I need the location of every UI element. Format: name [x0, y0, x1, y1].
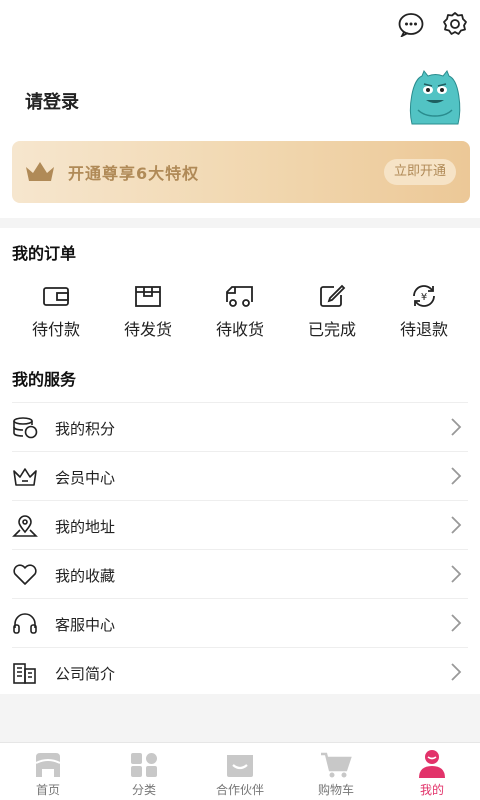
chevron-right-icon: [450, 613, 462, 637]
order-label: 待付款: [31, 320, 80, 339]
heart-icon: [12, 562, 38, 588]
tab-cart[interactable]: 购物车: [288, 743, 384, 800]
service-address[interactable]: 我的地址: [12, 500, 468, 549]
service-label: 我的收藏: [55, 567, 116, 585]
category-grid-icon: [96, 743, 192, 779]
tab-mine[interactable]: 我的: [384, 743, 480, 800]
service-points[interactable]: 我的积分: [12, 402, 468, 451]
order-refund[interactable]: ¥ 待退款: [378, 282, 470, 339]
orders-title: 我的订单: [12, 244, 77, 263]
package-icon: [102, 282, 194, 310]
tab-label: 我的: [419, 783, 444, 797]
more-chat-icon[interactable]: [397, 10, 425, 38]
order-pending-receipt[interactable]: 待收货: [194, 282, 286, 339]
service-company-profile[interactable]: 公司简介: [12, 647, 468, 696]
home-icon: [0, 743, 96, 779]
edit-done-icon: [286, 282, 378, 310]
coins-icon: [12, 415, 38, 441]
wallet-icon: [10, 282, 102, 310]
refund-yen-icon: ¥: [378, 282, 470, 310]
tab-label: 分类: [131, 783, 156, 797]
settings-gear-icon[interactable]: [441, 10, 469, 38]
login-link[interactable]: 请登录: [25, 88, 79, 114]
chevron-right-icon: [450, 417, 462, 441]
chevron-right-icon: [450, 466, 462, 490]
service-membership[interactable]: 会员中心: [12, 451, 468, 500]
service-label: 我的积分: [55, 420, 116, 438]
order-label: 待发货: [123, 320, 172, 339]
delivery-truck-icon: [194, 282, 286, 310]
svg-text:¥: ¥: [421, 292, 427, 303]
building-icon: [12, 660, 38, 686]
vip-activate-button[interactable]: 立即开通: [383, 159, 456, 185]
vip-banner[interactable]: 开通尊享6大特权 立即开通: [12, 141, 470, 203]
crown-icon: [12, 464, 38, 490]
location-pin-icon: [12, 513, 38, 539]
tab-label: 合作伙伴: [215, 783, 264, 797]
service-label: 客服中心: [55, 616, 116, 634]
order-completed[interactable]: 已完成: [286, 282, 378, 339]
service-label: 会员中心: [55, 469, 116, 487]
crown-icon: [24, 159, 56, 189]
vip-banner-text: 开通尊享6大特权: [68, 164, 200, 183]
my-services-section: 我的服务 我的积分 会员中心 我的地址 我的收藏 客服中心 公司简介: [0, 352, 480, 694]
tab-home[interactable]: 首页: [0, 743, 96, 800]
chevron-right-icon: [450, 564, 462, 588]
tab-label: 购物车: [317, 783, 354, 797]
headset-icon: [12, 611, 38, 637]
top-bar: [0, 0, 480, 48]
order-pending-shipment[interactable]: 待发货: [102, 282, 194, 339]
tab-partners[interactable]: 合作伙伴: [192, 743, 288, 800]
chevron-right-icon: [450, 662, 462, 686]
user-icon: [384, 743, 480, 779]
tab-category[interactable]: 分类: [96, 743, 192, 800]
bottom-tab-bar: 首页 分类 合作伙伴 购物车 我的: [0, 742, 480, 800]
avatar[interactable]: [406, 68, 464, 126]
service-label: 公司简介: [55, 665, 116, 683]
order-label: 待收货: [215, 320, 264, 339]
profile-section: 请登录 开通尊享6大特权 立即开通: [0, 48, 480, 218]
service-label: 我的地址: [55, 518, 116, 536]
my-orders-section: 我的订单 待付款 待发货 待收货 已完成 ¥ 待退款: [0, 228, 480, 352]
chevron-right-icon: [450, 515, 462, 539]
order-label: 已完成: [307, 320, 356, 339]
order-label: 待退款: [399, 320, 448, 339]
partner-icon: [192, 743, 288, 779]
services-title: 我的服务: [12, 370, 77, 389]
tab-label: 首页: [35, 783, 60, 797]
cart-icon: [288, 743, 384, 779]
service-customer-support[interactable]: 客服中心: [12, 598, 468, 647]
service-favorites[interactable]: 我的收藏: [12, 549, 468, 598]
order-pending-payment[interactable]: 待付款: [10, 282, 102, 339]
